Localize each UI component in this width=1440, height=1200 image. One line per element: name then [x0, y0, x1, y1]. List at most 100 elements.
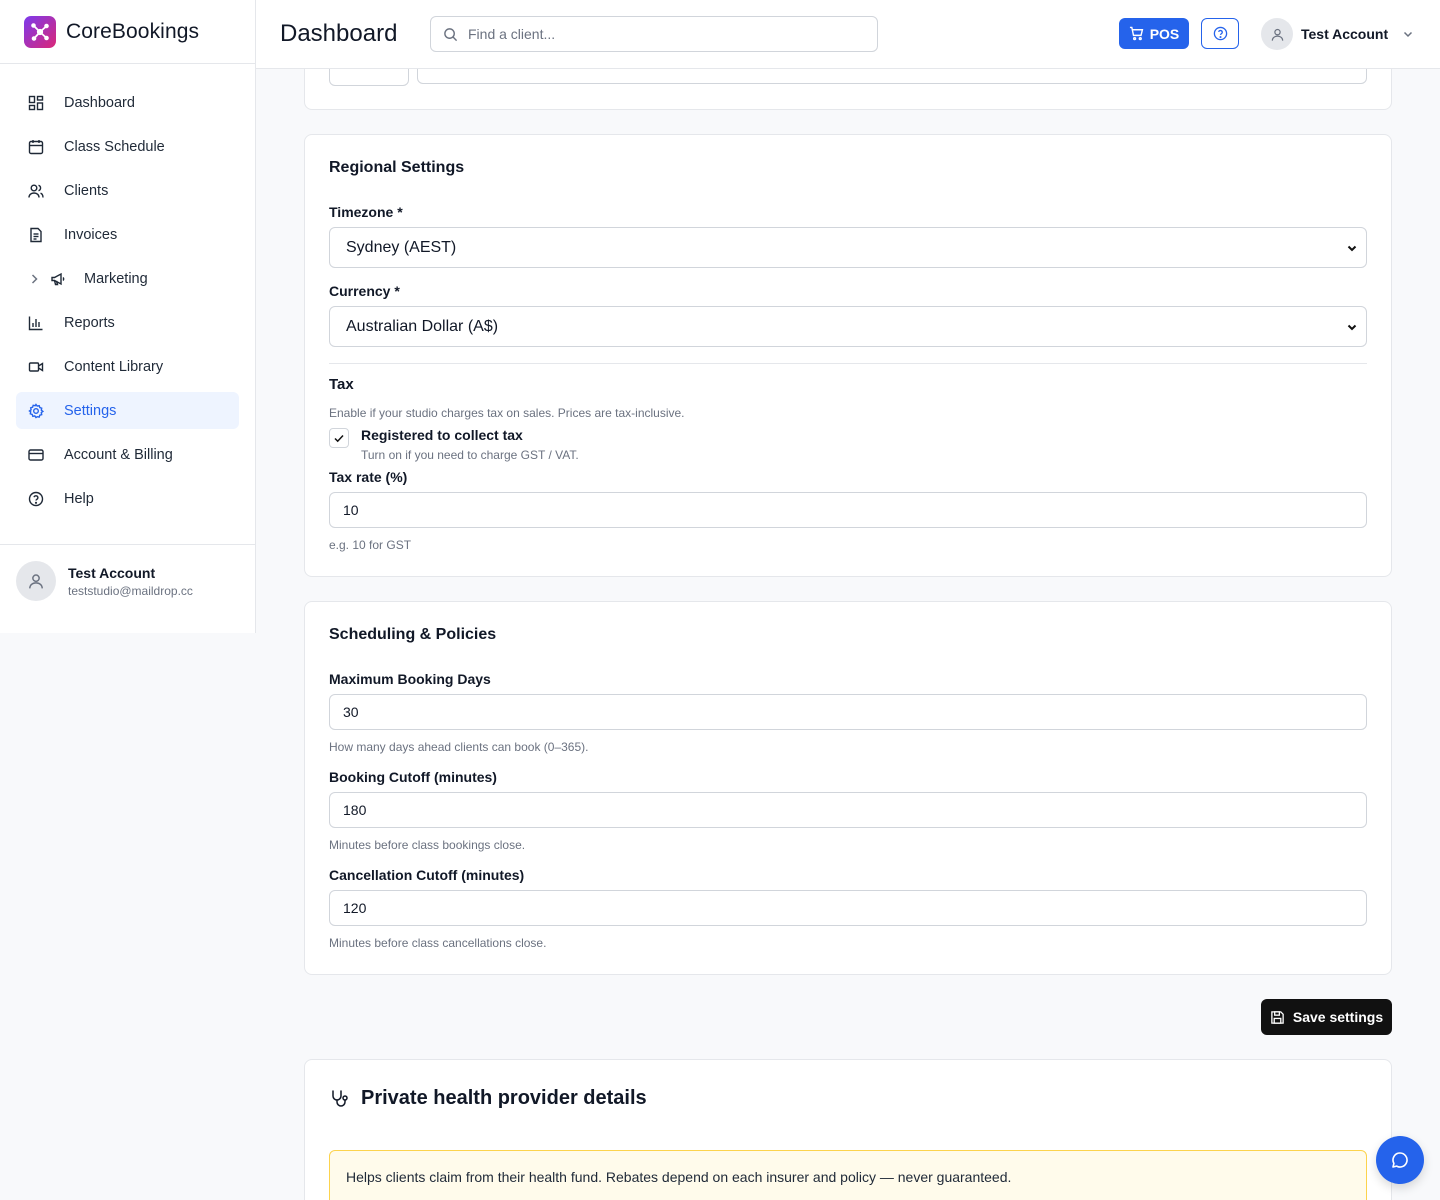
booking-cutoff-label: Booking Cutoff (minutes)	[329, 769, 497, 785]
sidebar-item-reports[interactable]: Reports	[16, 304, 239, 341]
users-icon	[28, 184, 44, 198]
health-provider-card: Private health provider details Helps cl…	[304, 1059, 1392, 1200]
save-icon	[1271, 1010, 1284, 1024]
logo-icon	[24, 15, 56, 48]
header-user-name: Test Account	[1301, 26, 1389, 42]
sidebar-item-label: Help	[64, 490, 94, 507]
timezone-label: Timezone *	[329, 204, 403, 220]
booking-cutoff-value: 180	[343, 802, 367, 818]
sidebar-nav: Dashboard Class Schedule Clients Invoice…	[0, 64, 255, 517]
stethoscope-icon	[332, 1090, 348, 1107]
tax-title: Tax	[329, 376, 354, 393]
sidebar-item-content-library[interactable]: Content Library	[16, 348, 239, 385]
cancellation-cutoff-label: Cancellation Cutoff (minutes)	[329, 867, 525, 883]
help-circle-icon	[28, 491, 44, 506]
avatar	[1261, 18, 1293, 50]
sidebar-user-name: Test Account	[68, 564, 156, 581]
search-box[interactable]	[430, 16, 878, 52]
chat-icon	[1392, 1152, 1408, 1168]
user-menu[interactable]: Test Account	[1261, 18, 1414, 50]
timezone-value: Sydney (AEST)	[346, 238, 457, 256]
cancellation-cutoff-value: 120	[343, 900, 367, 916]
user-icon	[1271, 28, 1283, 41]
sidebar-user-email: teststudio@maildrop.cc	[68, 583, 193, 598]
pos-button[interactable]: POS	[1119, 18, 1189, 49]
section-title: Private health provider details	[361, 1087, 647, 1109]
scheduling-policies-card: Scheduling & Policies Maximum Booking Da…	[304, 601, 1392, 975]
timezone-select[interactable]: Sydney (AEST)	[329, 227, 1367, 268]
sidebar-item-help[interactable]: Help	[16, 480, 239, 517]
max-booking-days-value: 30	[343, 704, 359, 720]
chevron-down-icon	[1347, 245, 1357, 251]
megaphone-icon	[51, 272, 65, 285]
cancellation-cutoff-help: Minutes before class cancellations close…	[329, 936, 547, 950]
tax-checkbox[interactable]	[329, 428, 349, 448]
check-icon	[334, 434, 344, 443]
sidebar: CoreBookings Dashboard Class Schedule Cl…	[0, 0, 256, 633]
sidebar-item-account-billing[interactable]: Account & Billing	[16, 436, 239, 473]
tax-description: Enable if your studio charges tax on sal…	[329, 406, 685, 420]
search-input[interactable]	[468, 26, 848, 42]
tax-rate-input[interactable]: 10	[329, 492, 1367, 528]
sidebar-item-label: Settings	[64, 402, 117, 419]
regional-settings-card: Regional Settings Timezone * Sydney (AES…	[304, 134, 1392, 577]
health-notice: Helps clients claim from their health fu…	[329, 1150, 1367, 1200]
currency-value: Australian Dollar (A$)	[346, 317, 499, 335]
sidebar-item-marketing[interactable]: Marketing	[16, 260, 239, 297]
save-settings-button[interactable]: Save settings	[1261, 999, 1392, 1035]
section-title: Scheduling & Policies	[329, 626, 497, 643]
sidebar-item-label: Invoices	[64, 226, 118, 243]
sidebar-item-label: Content Library	[64, 358, 164, 375]
sidebar-item-dashboard[interactable]: Dashboard	[16, 84, 239, 121]
booking-cutoff-input[interactable]: 180	[329, 792, 1367, 828]
sidebar-item-label: Account & Billing	[64, 446, 173, 463]
tax-checkbox-label[interactable]: Registered to collect tax	[361, 427, 523, 443]
sidebar-item-label: Clients	[64, 182, 109, 199]
help-circle-icon	[1213, 26, 1227, 41]
chevron-down-icon	[1347, 324, 1357, 330]
file-icon	[30, 227, 42, 242]
booking-cutoff-help: Minutes before class bookings close.	[329, 838, 526, 852]
sidebar-item-label: Class Schedule	[64, 138, 165, 155]
help-button[interactable]	[1201, 18, 1239, 49]
max-booking-days-input[interactable]: 30	[329, 694, 1367, 730]
video-icon	[28, 361, 44, 372]
user-icon	[29, 574, 43, 589]
tax-checkbox-help: Turn on if you need to charge GST / VAT.	[361, 448, 579, 462]
section-title: Regional Settings	[329, 159, 465, 176]
sidebar-item-label: Reports	[64, 314, 115, 331]
sidebar-item-invoices[interactable]: Invoices	[16, 216, 239, 253]
sidebar-item-class-schedule[interactable]: Class Schedule	[16, 128, 239, 165]
save-settings-label: Save settings	[1292, 1009, 1384, 1025]
grid-icon	[28, 95, 44, 110]
chat-button[interactable]	[1376, 1136, 1424, 1184]
sidebar-item-label: Marketing	[84, 270, 148, 287]
app-name: CoreBookings	[66, 19, 200, 43]
top-header: Dashboard POS Test Account	[256, 0, 1440, 69]
cancellation-cutoff-input[interactable]: 120	[329, 890, 1367, 926]
sidebar-item-settings[interactable]: Settings	[16, 392, 239, 429]
cart-icon	[1129, 26, 1144, 41]
search-icon	[444, 27, 458, 41]
calendar-icon	[28, 139, 44, 154]
pos-label: POS	[1149, 25, 1180, 42]
max-booking-days-label: Maximum Booking Days	[329, 671, 491, 687]
currency-label: Currency *	[329, 283, 400, 299]
tax-rate-label: Tax rate (%)	[329, 469, 408, 485]
sidebar-item-label: Dashboard	[64, 94, 135, 111]
tax-rate-help: e.g. 10 for GST	[329, 538, 412, 552]
max-booking-days-help: How many days ahead clients can book (0–…	[329, 740, 589, 754]
chevron-down-icon	[1404, 31, 1413, 38]
credit-card-icon	[28, 448, 44, 461]
avatar	[16, 561, 56, 601]
brand[interactable]: CoreBookings	[0, 0, 255, 64]
sidebar-user[interactable]: Test Account teststudio@maildrop.cc	[16, 561, 193, 601]
gear-icon	[28, 402, 44, 418]
chevron-right-icon[interactable]	[28, 273, 40, 285]
tax-rate-value: 10	[343, 502, 359, 518]
bar-chart-icon	[28, 316, 43, 330]
sidebar-divider	[0, 544, 255, 545]
currency-select[interactable]: Australian Dollar (A$)	[329, 306, 1367, 347]
divider	[329, 363, 1367, 364]
sidebar-item-clients[interactable]: Clients	[16, 172, 239, 209]
